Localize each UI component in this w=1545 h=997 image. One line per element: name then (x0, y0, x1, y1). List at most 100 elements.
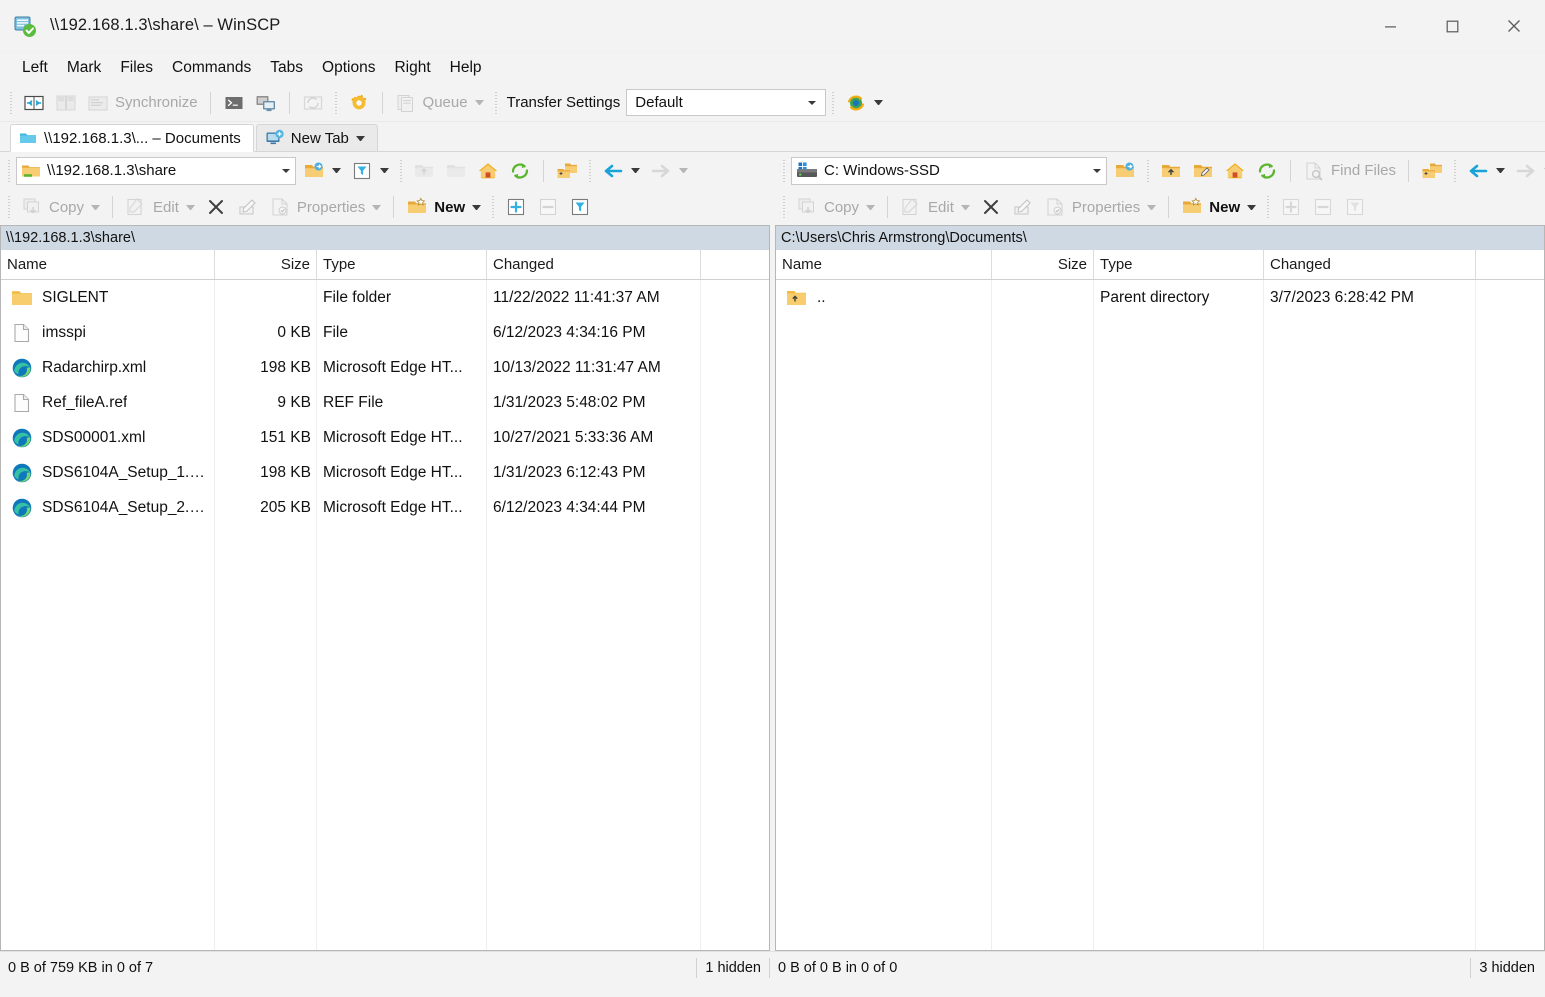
toolbar-grip[interactable] (780, 196, 788, 218)
right-find-files-button[interactable]: Find Files (1298, 156, 1401, 186)
toolbar-grip[interactable] (586, 159, 594, 182)
preferences-button[interactable] (343, 88, 375, 118)
right-back-button[interactable] (1462, 156, 1510, 186)
toolbar-grip[interactable] (491, 91, 500, 114)
session-refresh-button[interactable] (840, 88, 888, 118)
right-add-bookmark-button[interactable] (1416, 156, 1448, 186)
left-edit-button[interactable]: Edit (120, 192, 200, 222)
chevron-down-icon[interactable] (282, 168, 290, 173)
right-rename-button[interactable] (1007, 192, 1039, 222)
chevron-down-icon[interactable] (679, 168, 688, 173)
transfer-settings-combo[interactable]: Default (626, 89, 827, 116)
left-header-name[interactable]: Name (1, 250, 215, 279)
chevron-down-icon[interactable] (380, 168, 389, 173)
right-new-button[interactable]: New (1176, 192, 1261, 222)
right-parent-directory-button[interactable] (1155, 156, 1187, 186)
menu-left[interactable]: Left (14, 56, 56, 80)
menu-help[interactable]: Help (442, 56, 490, 80)
right-header-type[interactable]: Type (1094, 250, 1264, 279)
queue-button[interactable]: Queue (390, 88, 489, 118)
table-row[interactable]: .. Parent directory 3/7/2023 6:28:42 PM (776, 280, 1544, 315)
menu-options[interactable]: Options (314, 56, 383, 80)
table-row[interactable]: SIGLENT File folder 11/22/2022 11:41:37 … (1, 280, 769, 315)
left-new-button[interactable]: New (401, 192, 486, 222)
left-path-combo[interactable]: \\192.168.1.3\share (16, 156, 296, 185)
left-filter-button[interactable] (346, 156, 394, 186)
table-row[interactable]: imsspi 0 KB File 6/12/2023 4:34:16 PM (1, 315, 769, 350)
toolbar-grip[interactable] (5, 196, 13, 218)
chevron-down-icon[interactable] (1093, 168, 1101, 173)
toolbar-grip[interactable] (331, 91, 340, 114)
synchronize-refresh-button[interactable] (297, 88, 329, 118)
chevron-down-icon[interactable] (372, 204, 382, 210)
maximize-button[interactable] (1421, 0, 1483, 52)
chevron-down-icon[interactable] (91, 204, 101, 210)
menu-right[interactable]: Right (386, 56, 438, 80)
right-path-combo[interactable]: C: Windows-SSD (791, 156, 1107, 185)
chevron-down-icon[interactable] (332, 168, 341, 173)
left-rename-button[interactable] (232, 192, 264, 222)
left-add-bookmark-button[interactable] (551, 156, 583, 186)
left-select-remove-button[interactable] (532, 192, 564, 222)
toolbar-grip[interactable] (1144, 159, 1152, 182)
chevron-down-icon[interactable] (866, 204, 876, 210)
left-properties-button[interactable]: Properties (264, 192, 386, 222)
right-delete-button[interactable] (975, 192, 1007, 222)
left-select-add-button[interactable] (500, 192, 532, 222)
left-home-button[interactable] (472, 156, 504, 186)
right-home-button[interactable] (1219, 156, 1251, 186)
toolbar-grip[interactable] (7, 91, 15, 114)
left-delete-button[interactable] (200, 192, 232, 222)
left-refresh-button[interactable] (504, 156, 536, 186)
right-select-remove-button[interactable] (1307, 192, 1339, 222)
table-row[interactable]: Radarchirp.xml 198 KB Microsoft Edge HT.… (1, 350, 769, 385)
right-header-name[interactable]: Name (776, 250, 992, 279)
chevron-down-icon[interactable] (474, 100, 484, 105)
compare-directories-button[interactable] (18, 88, 50, 118)
toolbar-grip[interactable] (5, 159, 13, 182)
tab-new-tab[interactable]: New Tab (255, 124, 378, 152)
chevron-down-icon[interactable] (808, 100, 817, 105)
toolbar-grip[interactable] (397, 159, 405, 182)
menu-commands[interactable]: Commands (164, 56, 259, 80)
right-properties-button[interactable]: Properties (1039, 192, 1161, 222)
close-button[interactable] (1483, 0, 1545, 52)
table-row[interactable]: SDS6104A_Setup_1.x... 198 KB Microsoft E… (1, 455, 769, 490)
table-row[interactable]: SDS00001.xml 151 KB Microsoft Edge HT...… (1, 420, 769, 455)
left-header-size[interactable]: Size (215, 250, 317, 279)
right-forward-button[interactable] (1510, 156, 1545, 186)
right-refresh-button[interactable] (1251, 156, 1283, 186)
chevron-down-icon[interactable] (631, 168, 640, 173)
right-edit-button[interactable]: Edit (895, 192, 975, 222)
right-open-directory-button[interactable] (1109, 156, 1141, 186)
left-header-type[interactable]: Type (317, 250, 487, 279)
toolbar-grip[interactable] (489, 196, 498, 218)
table-row[interactable]: SDS6104A_Setup_2.x... 205 KB Microsoft E… (1, 490, 769, 525)
left-root-directory-button[interactable] (440, 156, 472, 186)
console-button[interactable] (218, 88, 250, 118)
synchronize-browsing-button[interactable] (50, 88, 82, 118)
right-copy-button[interactable]: Copy (791, 192, 880, 222)
right-header-changed[interactable]: Changed (1264, 250, 1476, 279)
left-parent-directory-button[interactable] (408, 156, 440, 186)
chevron-down-icon[interactable] (185, 204, 195, 210)
chevron-down-icon[interactable] (472, 204, 482, 210)
chevron-down-icon[interactable] (355, 135, 365, 141)
synchronize-button[interactable]: Synchronize (82, 88, 203, 118)
toolbar-grip[interactable] (829, 91, 838, 114)
menu-tabs[interactable]: Tabs (262, 56, 311, 80)
toolbar-grip[interactable] (780, 159, 788, 182)
left-header-extra[interactable] (701, 250, 769, 279)
table-row[interactable]: Ref_fileA.ref 9 KB REF File 1/31/2023 5:… (1, 385, 769, 420)
chevron-down-icon[interactable] (1247, 204, 1257, 210)
open-terminal-button[interactable] (250, 88, 282, 118)
left-select-invert-button[interactable] (564, 192, 596, 222)
chevron-down-icon[interactable] (1496, 168, 1506, 173)
left-header-changed[interactable]: Changed (487, 250, 701, 279)
right-new-directory-button[interactable] (1187, 156, 1219, 186)
chevron-down-icon[interactable] (960, 204, 970, 210)
right-header-size[interactable]: Size (992, 250, 1094, 279)
right-select-invert-button[interactable] (1339, 192, 1371, 222)
chevron-down-icon[interactable] (1147, 204, 1157, 210)
left-back-button[interactable] (597, 156, 645, 186)
